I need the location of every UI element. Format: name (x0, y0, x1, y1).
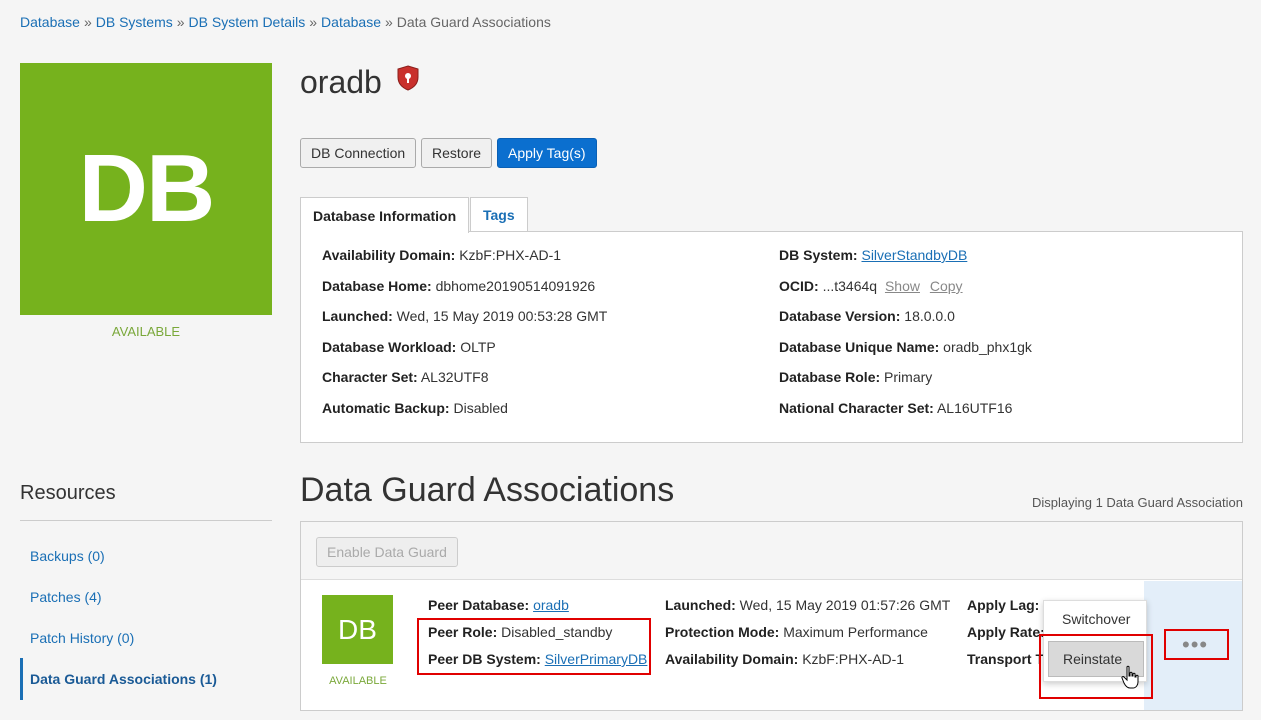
info-database-role: Database Role: Primary (779, 369, 933, 385)
resource-backups[interactable]: Backups (0) (30, 548, 105, 564)
apply-lag-field: Apply Lag: N (967, 597, 1053, 613)
resource-patches[interactable]: Patches (4) (30, 589, 102, 605)
ocid-show-link[interactable]: Show (885, 278, 920, 294)
breadcrumb-database-2[interactable]: Database (321, 14, 381, 30)
restore-button[interactable]: Restore (421, 138, 493, 168)
resources-title: Resources (20, 482, 116, 504)
highlight-actions-box (1164, 629, 1229, 660)
resource-patch-history[interactable]: Patch History (0) (30, 630, 134, 646)
highlight-peer-role-box (417, 618, 651, 675)
db-connection-button[interactable]: DB Connection (300, 138, 417, 168)
menu-item-switchover[interactable]: Switchover (1048, 601, 1144, 637)
breadcrumb-separator: » (384, 14, 393, 30)
peer-database-field: Peer Database: oradb (428, 597, 569, 613)
apply-tags-button[interactable]: Apply Tag(s) (497, 138, 597, 168)
page-title: oradb (300, 64, 382, 100)
hand-cursor-icon (1121, 665, 1139, 689)
breadcrumb: Database» DB Systems» DB System Details» Da… (20, 14, 551, 30)
database-icon: DB (20, 63, 272, 315)
peer-database-status: AVAILABLE (329, 675, 387, 687)
apply-rate-field: Apply Rate: (967, 624, 1045, 640)
info-database-version: Database Version: 18.0.0.0 (779, 308, 955, 324)
info-database-unique-name: Database Unique Name: oradb_phx1gk (779, 339, 1032, 355)
breadcrumb-db-system-details[interactable]: DB System Details (189, 14, 306, 30)
protection-mode-field: Protection Mode: Maximum Performance (665, 624, 928, 640)
section-title: Data Guard Associations (300, 471, 675, 509)
security-shield-icon (397, 65, 419, 91)
ocid-copy-link[interactable]: Copy (930, 278, 963, 294)
resources-divider (20, 520, 272, 521)
resource-data-guard-associations[interactable]: Data Guard Associations (1) (30, 671, 217, 687)
info-database-home: Database Home: dbhome20190514091926 (322, 278, 596, 294)
tab-database-information[interactable]: Database Information (300, 197, 470, 233)
breadcrumb-database[interactable]: Database (20, 14, 80, 30)
db-system-link[interactable]: SilverStandbyDB (861, 247, 967, 263)
enable-data-guard-button[interactable]: Enable Data Guard (316, 537, 458, 567)
resource-active-indicator (20, 658, 23, 700)
breadcrumb-separator: » (83, 14, 92, 30)
peer-database-icon: DB (322, 595, 393, 664)
dg-launched-field: Launched: Wed, 15 May 2019 01:57:26 GMT (665, 597, 951, 613)
info-launched: Launched: Wed, 15 May 2019 00:53:28 GMT (322, 308, 608, 324)
breadcrumb-separator: » (176, 14, 185, 30)
info-ocid: OCID: ...t3464q Show Copy (779, 278, 963, 294)
info-availability-domain: Availability Domain: KzbF:PHX-AD-1 (322, 247, 562, 263)
info-character-set: Character Set: AL32UTF8 (322, 369, 489, 385)
breadcrumb-separator: » (309, 14, 318, 30)
tab-tags[interactable]: Tags (470, 197, 528, 232)
info-db-system: DB System: SilverStandbyDB (779, 247, 968, 263)
breadcrumb-current: Data Guard Associations (396, 14, 551, 30)
breadcrumb-db-systems[interactable]: DB Systems (96, 14, 173, 30)
dg-availability-domain-field: Availability Domain: KzbF:PHX-AD-1 (665, 651, 905, 667)
info-national-character-set: National Character Set: AL16UTF16 (779, 400, 1013, 416)
result-count: Displaying 1 Data Guard Association (1031, 495, 1243, 510)
info-database-workload: Database Workload: OLTP (322, 339, 496, 355)
data-guard-toolbar: Enable Data Guard (301, 522, 1242, 580)
database-status: AVAILABLE (111, 324, 181, 339)
peer-database-link[interactable]: oradb (533, 597, 569, 613)
info-automatic-backup: Automatic Backup: Disabled (322, 400, 508, 416)
